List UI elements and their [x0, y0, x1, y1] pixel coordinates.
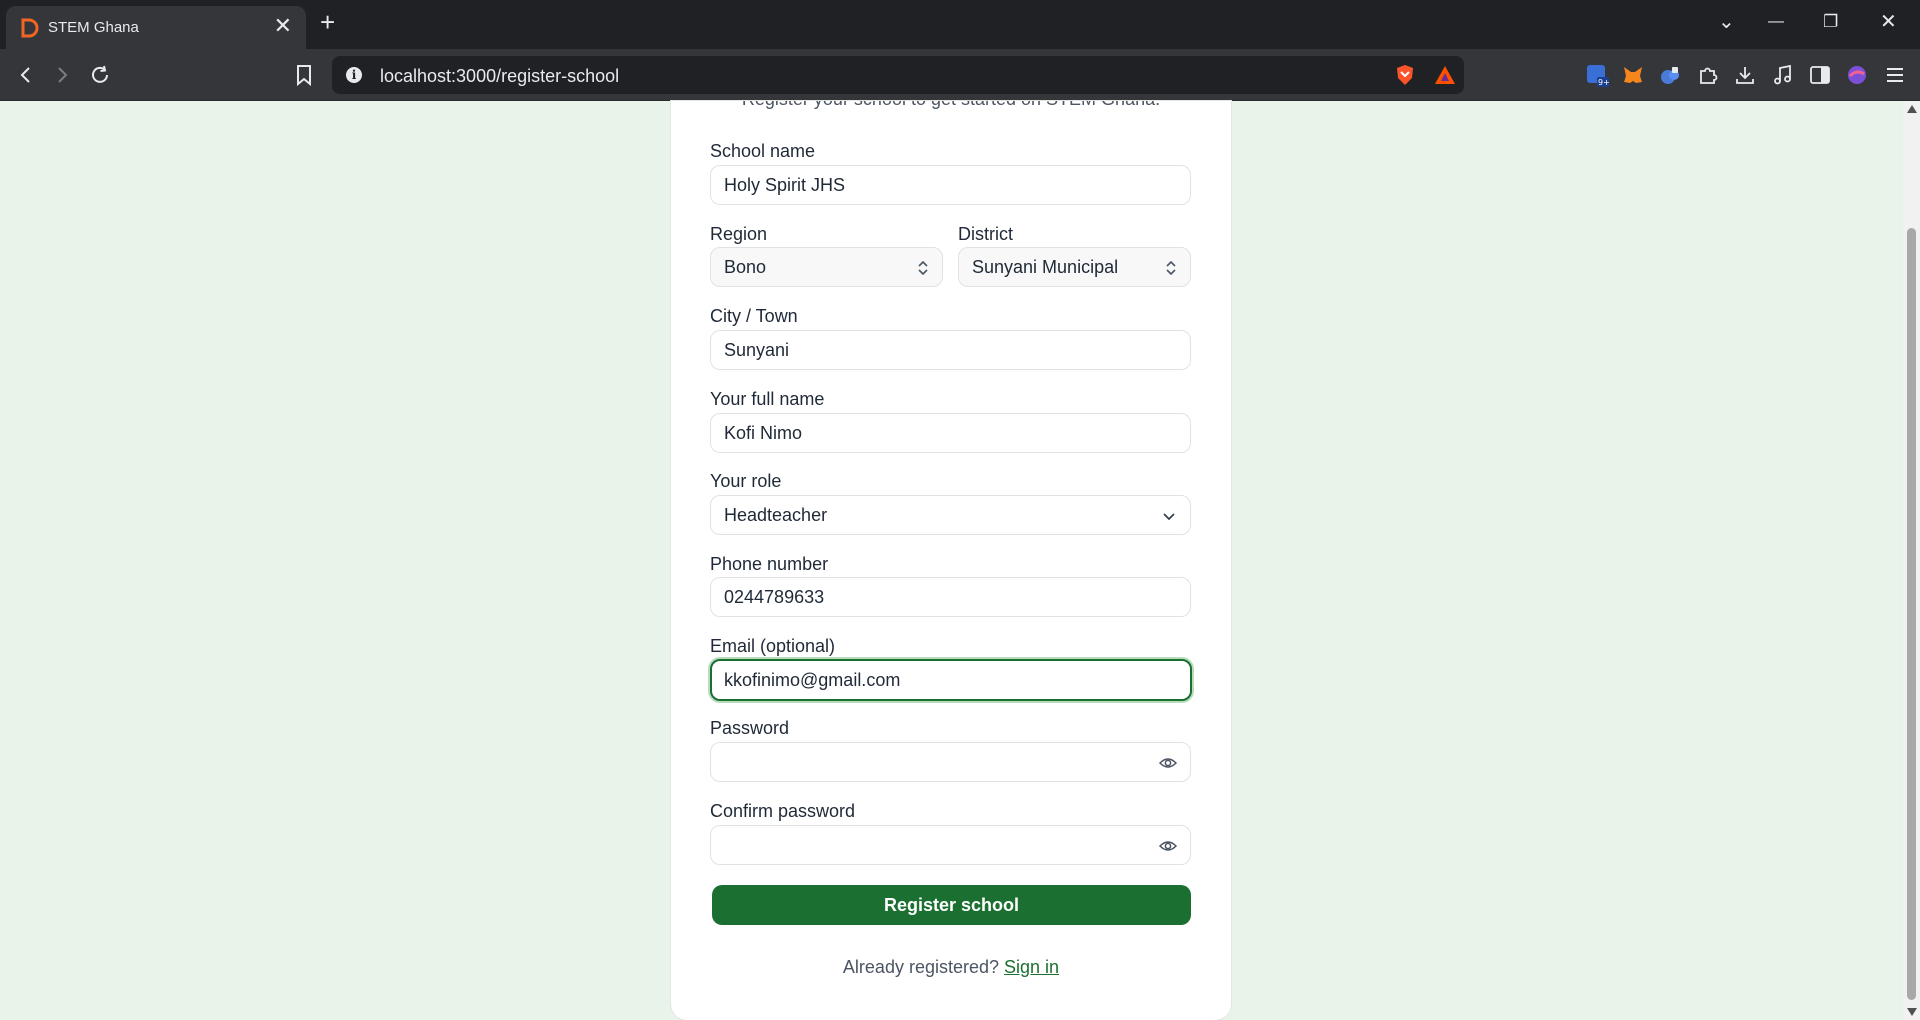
- role-select[interactable]: Headteacher: [710, 495, 1191, 535]
- city-value: Sunyani: [724, 339, 790, 360]
- chevron-down-icon: [1163, 513, 1175, 521]
- signin-prompt: Already registered? Sign in: [671, 957, 1231, 978]
- profile-avatar[interactable]: [1844, 62, 1870, 88]
- school-name-input[interactable]: Holy Spirit JHS: [710, 165, 1191, 205]
- password-input[interactable]: [710, 742, 1191, 782]
- forward-icon[interactable]: [48, 61, 76, 89]
- back-icon[interactable]: [12, 61, 40, 89]
- role-value: Headteacher: [724, 504, 828, 525]
- url-text[interactable]: localhost:3000/register-school: [380, 66, 619, 87]
- cloud-extension-icon[interactable]: [1657, 62, 1683, 88]
- browser-tab[interactable]: STEM Ghana ✕: [6, 6, 306, 49]
- reload-icon[interactable]: [86, 61, 114, 89]
- show-password-eye-icon[interactable]: [1158, 753, 1178, 773]
- tab-list-icon[interactable]: ⌄: [1718, 12, 1735, 32]
- password-label: Password: [710, 718, 790, 738]
- region-label: Region: [710, 224, 768, 244]
- district-value: Sunyani Municipal: [972, 256, 1119, 277]
- email-value: kkofinimo@gmail.com: [724, 669, 901, 690]
- sidebar-icon[interactable]: [1807, 62, 1833, 88]
- region-select[interactable]: Bono: [710, 247, 943, 287]
- downloads-icon[interactable]: [1732, 62, 1758, 88]
- browser-toolbar: i localhost:3000/register-school 9+: [0, 49, 1920, 101]
- register-school-card: Register your school to get started on S…: [671, 101, 1231, 1020]
- phone-value: 0244789633: [724, 586, 825, 607]
- tab-title: STEM Ghana: [48, 19, 139, 36]
- city-input[interactable]: Sunyani: [710, 330, 1191, 370]
- bookmark-icon[interactable]: [290, 61, 318, 89]
- register-school-button[interactable]: Register school: [712, 885, 1191, 925]
- email-input[interactable]: kkofinimo@gmail.com: [710, 659, 1192, 701]
- school-name-value: Holy Spirit JHS: [724, 174, 846, 195]
- phone-input[interactable]: 0244789633: [710, 577, 1191, 617]
- confirm-password-input[interactable]: [710, 825, 1191, 865]
- brave-shields-icon[interactable]: [1394, 64, 1416, 86]
- form-subtitle: Register your school to get started on S…: [671, 101, 1231, 110]
- scroll-down-arrow-icon[interactable]: [1907, 1008, 1917, 1016]
- tab-close-icon[interactable]: ✕: [274, 15, 292, 37]
- full-name-input[interactable]: Kofi Nimo: [710, 413, 1191, 453]
- select-updown-icon: [918, 260, 928, 276]
- brave-rewards-icon[interactable]: [1434, 64, 1456, 86]
- new-tab-button[interactable]: +: [320, 9, 335, 35]
- scrollbar-thumb[interactable]: [1907, 228, 1916, 1000]
- media-controls-icon[interactable]: [1770, 62, 1796, 88]
- metamask-icon[interactable]: [1620, 62, 1646, 88]
- confirm-password-label: Confirm password: [710, 801, 856, 821]
- svg-text:9+: 9+: [1598, 78, 1609, 87]
- minimize-icon[interactable]: —: [1768, 12, 1784, 32]
- extension-badge-icon[interactable]: 9+: [1584, 62, 1610, 88]
- show-confirm-password-eye-icon[interactable]: [1158, 836, 1178, 856]
- site-info-icon[interactable]: i: [346, 67, 362, 83]
- role-label: Your role: [710, 471, 782, 491]
- window-close-icon[interactable]: ✕: [1880, 12, 1897, 32]
- select-updown-icon: [1166, 260, 1176, 276]
- sign-in-link[interactable]: Sign in: [1004, 957, 1059, 977]
- district-select[interactable]: Sunyani Municipal: [958, 247, 1191, 287]
- page-scrollbar[interactable]: [1903, 101, 1920, 1020]
- region-value: Bono: [724, 256, 767, 277]
- tab-strip: STEM Ghana ✕ + ⌄ — ❐ ✕: [0, 0, 1920, 49]
- phone-label: Phone number: [710, 554, 829, 574]
- menu-icon[interactable]: [1882, 62, 1908, 88]
- city-label: City / Town: [710, 306, 798, 326]
- address-bar[interactable]: i localhost:3000/register-school: [332, 56, 1464, 94]
- email-label: Email (optional): [710, 636, 836, 656]
- scroll-up-arrow-icon[interactable]: [1907, 105, 1917, 113]
- school-name-label: School name: [710, 141, 816, 161]
- restore-icon[interactable]: ❐: [1823, 12, 1838, 32]
- site-favicon-icon: [21, 18, 39, 38]
- full-name-label: Your full name: [710, 389, 825, 409]
- already-registered-text: Already registered?: [842, 957, 1000, 977]
- district-label: District: [958, 224, 1013, 244]
- full-name-value: Kofi Nimo: [724, 422, 803, 443]
- extensions-puzzle-icon[interactable]: [1695, 62, 1721, 88]
